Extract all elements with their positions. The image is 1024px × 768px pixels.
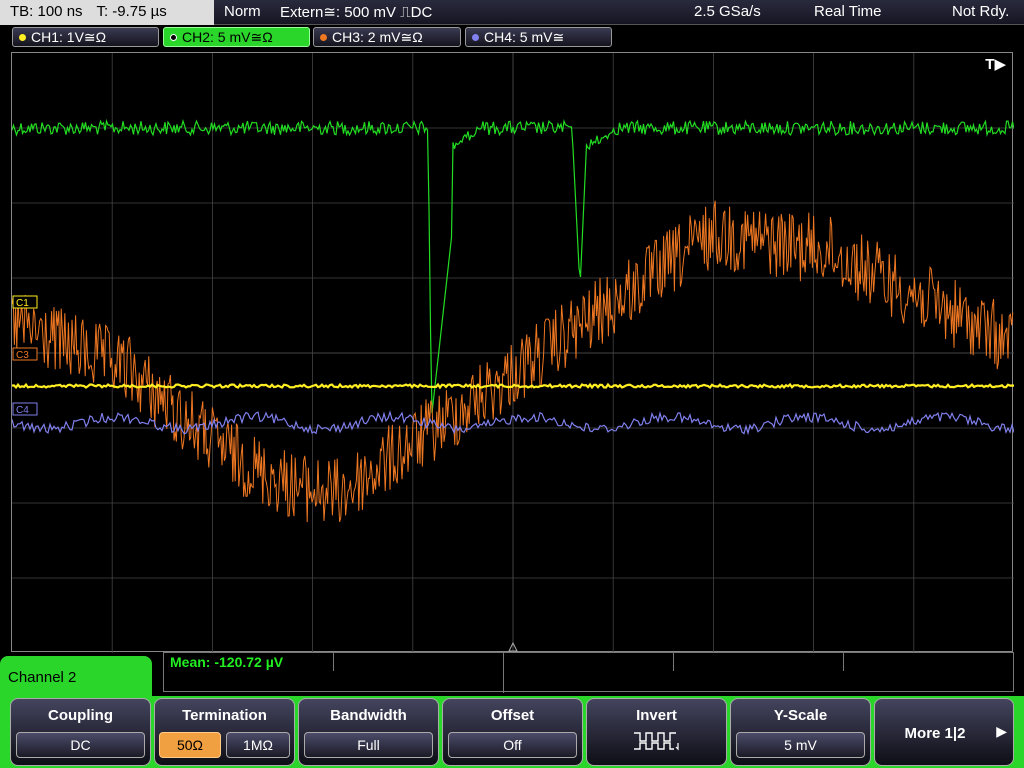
measurement-bar: Mean: -120.72 µV (163, 652, 1014, 693)
right-arrow-icon: ▶ (996, 723, 1007, 739)
bandwidth-softkey[interactable]: Bandwidth Full (298, 698, 439, 766)
ch4-marker-text: C4 (16, 405, 29, 416)
ch4-color-dot (472, 34, 479, 41)
ready-state: Not Rdy. (952, 3, 1010, 20)
coupling-value[interactable]: DC (16, 732, 145, 758)
coupling-label: Coupling (48, 707, 113, 724)
y-scale-value[interactable]: 5 mV (736, 732, 865, 758)
ch3-trace (12, 200, 1014, 523)
timebase-box[interactable]: TB: 100 ns T: -9.75 µs (0, 0, 214, 25)
status-bar: TB: 100 ns T: -9.75 µs Norm Extern≅: 500… (0, 0, 1024, 25)
ch1-trace (12, 382, 1014, 390)
waveform-display[interactable]: C1 C3 C4 T▶ (11, 52, 1014, 653)
offset-value[interactable]: Off (448, 732, 577, 758)
termination-softkey[interactable]: Termination 50Ω 1MΩ (154, 698, 295, 766)
measurement-cell (674, 653, 844, 671)
ch3-color-dot (320, 34, 327, 41)
acquisition-status[interactable]: Norm Extern≅: 500 mV ⎍DC 2.5 GSa/s Real … (214, 0, 1024, 25)
trigger-source: Extern≅: 500 mV ⎍DC (280, 4, 433, 21)
trigger-time-label: T: -9.75 µs (96, 3, 167, 20)
ch3-label: CH3: 2 mV≅Ω (332, 29, 423, 45)
invert-label: Invert (636, 707, 677, 724)
ch1-label: CH1: 1V≅Ω (31, 29, 107, 45)
bandwidth-value[interactable]: Full (304, 732, 433, 758)
ch1-color-dot (19, 34, 26, 41)
menu-title-channel-2: Channel 2 (0, 656, 152, 700)
ch4-label: CH4: 5 mV≅ (484, 29, 565, 45)
tab-ch2[interactable]: CH2: 5 mV≅Ω (163, 27, 310, 47)
channel-tabs: CH1: 1V≅Ω CH2: 5 mV≅Ω CH3: 2 mV≅Ω CH4: 5… (0, 26, 1024, 48)
termination-50-ohm-option[interactable]: 50Ω (159, 732, 221, 758)
ch2-color-dot (170, 34, 177, 41)
trigger-position-flag[interactable]: T▶ (985, 55, 1006, 73)
coupling-softkey[interactable]: Coupling DC (10, 698, 151, 766)
termination-label: Termination (182, 707, 267, 724)
ch1-marker-text: C1 (16, 298, 29, 309)
trigger-mode: Norm (224, 3, 261, 20)
tab-ch4[interactable]: CH4: 5 mV≅ (465, 27, 612, 47)
more-label: More 1|2 (904, 725, 966, 742)
timebase-label: TB: 100 ns (10, 3, 83, 20)
waveform-canvas: C1 C3 C4 (12, 53, 1014, 653)
mean-measurement: Mean: -120.72 µV (170, 654, 284, 670)
termination-1m-ohm-option[interactable]: 1MΩ (226, 732, 290, 758)
tab-ch3[interactable]: CH3: 2 mV≅Ω (313, 27, 461, 47)
acquisition-mode: Real Time (814, 3, 882, 20)
y-scale-label: Y-Scale (773, 707, 828, 724)
offset-softkey[interactable]: Offset Off (442, 698, 583, 766)
sample-rate: 2.5 GSa/s (694, 3, 761, 20)
ch2-label: CH2: 5 mV≅Ω (182, 29, 273, 45)
offset-label: Offset (490, 707, 535, 724)
ch3-marker-text: C3 (16, 350, 29, 361)
softkey-panel: Coupling DC Termination 50Ω 1MΩ Bandwidt… (0, 696, 1024, 768)
measurement-cell (334, 653, 504, 693)
more-softkey[interactable]: More 1|2 ▶ (874, 698, 1014, 766)
measurement-cell (504, 653, 674, 671)
y-scale-softkey[interactable]: Y-Scale 5 mV (730, 698, 871, 766)
tab-ch1[interactable]: CH1: 1V≅Ω (12, 27, 159, 47)
invert-softkey[interactable]: Invert (586, 698, 727, 766)
inverted-square-wave-icon (587, 729, 726, 756)
bandwidth-label: Bandwidth (330, 707, 407, 724)
